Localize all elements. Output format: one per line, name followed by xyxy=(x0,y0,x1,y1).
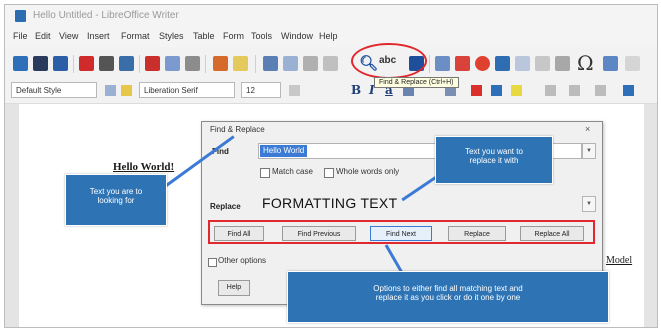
writer-app-icon xyxy=(15,10,26,22)
export-pdf-icon[interactable] xyxy=(79,56,94,71)
highlight-color-icon[interactable] xyxy=(511,85,522,96)
window-title: Hello Untitled - LibreOffice Writer xyxy=(33,10,179,21)
replace-input[interactable]: FORMATTING TEXT xyxy=(262,195,397,211)
help-button[interactable]: Help xyxy=(218,280,250,296)
close-icon[interactable]: × xyxy=(585,124,590,134)
paste-icon[interactable] xyxy=(185,56,200,71)
callout-find-text: Text you are to looking for xyxy=(65,174,167,226)
save-icon[interactable] xyxy=(53,56,68,71)
toolbar-separator xyxy=(205,55,206,73)
match-case-checkbox[interactable] xyxy=(260,168,270,178)
callout-find-text-line-1: Text you are to xyxy=(89,187,143,196)
insert-table-icon[interactable] xyxy=(435,56,450,71)
menu-window[interactable]: Window xyxy=(281,31,313,41)
update-style-icon[interactable] xyxy=(105,85,116,96)
callout-buttons-line-2: replace it as you click or do it one by … xyxy=(375,293,521,302)
menu-format[interactable]: Format xyxy=(121,31,150,41)
insert-image-icon[interactable] xyxy=(455,56,470,71)
find-replace-tooltip: Find & Replace (Ctrl+H) xyxy=(374,77,459,88)
page-break-icon[interactable] xyxy=(515,56,530,71)
toolbar-separator xyxy=(429,55,430,73)
copy-icon[interactable] xyxy=(165,56,180,71)
font-name-select[interactable]: Liberation Serif xyxy=(139,82,235,98)
menu-view[interactable]: View xyxy=(59,31,78,41)
print-preview-icon[interactable] xyxy=(119,56,134,71)
callout-replace-text-line-2: replace it with xyxy=(469,156,519,165)
omega-icon[interactable]: Ω xyxy=(577,51,594,75)
match-case-label: Match case xyxy=(272,167,313,176)
document-text-hello-world: Hello World! xyxy=(113,161,175,173)
formatting-marks-icon[interactable] xyxy=(323,56,338,71)
find-previous-button[interactable]: Find Previous xyxy=(282,226,356,241)
find-dropdown-chevron-icon[interactable]: ▼ xyxy=(582,143,596,159)
open-icon[interactable] xyxy=(33,56,48,71)
character-highlight-icon[interactable] xyxy=(491,85,502,96)
undo-icon[interactable] xyxy=(263,56,278,71)
menu-tools[interactable]: Tools xyxy=(251,31,272,41)
whole-words-checkbox[interactable] xyxy=(324,168,334,178)
replace-label: Replace xyxy=(210,202,241,211)
spellcheck-icon[interactable] xyxy=(303,56,318,71)
document-text-model: Model xyxy=(606,255,633,266)
dialog-title: Find & Replace xyxy=(210,125,265,134)
callout-find-text-line-2: looking for xyxy=(97,196,135,205)
callout-replace-text-line-1: Text you want to xyxy=(465,147,523,156)
find-all-button[interactable]: Find All xyxy=(214,226,264,241)
find-input-value: Hello World xyxy=(260,145,308,157)
standard-toolbar: 🔍︎ abc Ω xyxy=(5,47,657,77)
title-bar: Hello Untitled - LibreOffice Writer xyxy=(5,5,657,27)
bullets-icon[interactable] xyxy=(545,85,556,96)
font-color-icon[interactable] xyxy=(471,85,482,96)
paragraph-style-select[interactable]: Default Style xyxy=(11,82,97,98)
outline-icon[interactable] xyxy=(595,85,606,96)
align-left-icon[interactable] xyxy=(623,85,634,96)
callout-buttons: Options to either find all matching text… xyxy=(287,271,609,323)
find-next-button[interactable]: Find Next xyxy=(370,226,432,241)
other-options-expander[interactable] xyxy=(208,258,217,267)
menu-styles[interactable]: Styles xyxy=(159,31,184,41)
font-size-select[interactable]: 12 xyxy=(241,82,281,98)
callout-replace-text: Text you want to replace it with xyxy=(435,136,553,184)
other-options-label: Other options xyxy=(218,256,267,265)
menu-help[interactable]: Help xyxy=(319,31,338,41)
numbering-icon[interactable] xyxy=(569,85,580,96)
menu-file[interactable]: File xyxy=(13,31,28,41)
clone-formatting-icon[interactable] xyxy=(213,56,228,71)
replace-dropdown-chevron-icon[interactable]: ▼ xyxy=(582,196,596,212)
menu-bar: File Edit View Insert Format Styles Tabl… xyxy=(5,27,657,47)
menu-table[interactable]: Table xyxy=(193,31,215,41)
grow-font-icon[interactable] xyxy=(289,85,300,96)
insert-textbox-icon[interactable] xyxy=(495,56,510,71)
redo-icon[interactable] xyxy=(283,56,298,71)
whole-words-label: Whole words only xyxy=(336,167,400,176)
menu-form[interactable]: Form xyxy=(223,31,244,41)
callout-buttons-line-1: Options to either find all matching text… xyxy=(373,284,523,293)
print-icon[interactable] xyxy=(99,56,114,71)
toolbar-separator xyxy=(73,55,74,73)
footnote-icon[interactable] xyxy=(625,56,640,71)
toolbar-separator xyxy=(255,55,256,73)
menu-edit[interactable]: Edit xyxy=(35,31,51,41)
new-style-icon[interactable] xyxy=(121,85,132,96)
hyperlink-icon[interactable] xyxy=(603,56,618,71)
insert-field-icon[interactable] xyxy=(535,56,550,71)
clear-formatting-icon[interactable] xyxy=(233,56,248,71)
bold-button[interactable]: B xyxy=(351,83,361,97)
formatting-toolbar: Default Style Liberation Serif 12 B I a xyxy=(5,79,657,104)
new-document-icon[interactable] xyxy=(13,56,28,71)
replace-button[interactable]: Replace xyxy=(448,226,506,241)
cut-icon[interactable] xyxy=(145,56,160,71)
special-character-button[interactable] xyxy=(555,56,570,71)
toolbar-separator xyxy=(139,55,140,73)
find-replace-highlight-ellipse xyxy=(351,43,427,79)
insert-chart-icon[interactable] xyxy=(475,56,490,71)
menu-insert[interactable]: Insert xyxy=(87,31,110,41)
replace-all-button[interactable]: Replace All xyxy=(520,226,584,241)
app-window: Hello Untitled - LibreOffice Writer File… xyxy=(4,4,658,328)
